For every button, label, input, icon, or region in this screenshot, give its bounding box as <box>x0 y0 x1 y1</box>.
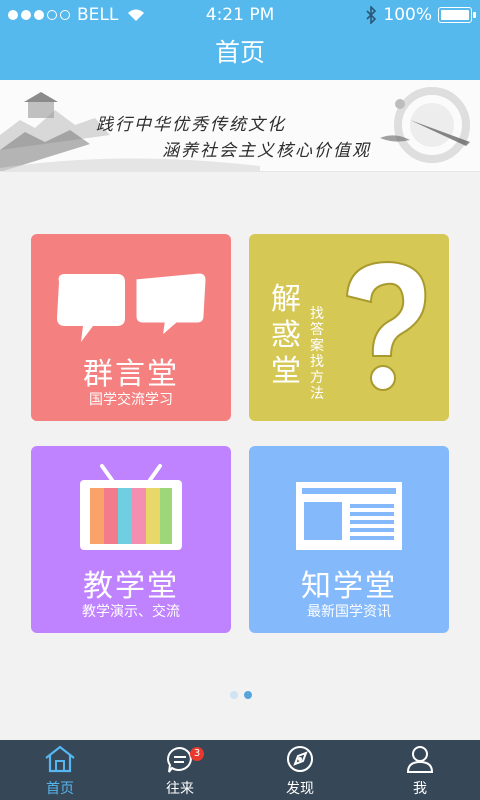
tab-wanglai[interactable]: 往来 <box>120 740 240 800</box>
chat-icon <box>167 746 192 773</box>
page-indicator <box>230 691 252 699</box>
banner-text-line2: 涵养社会主义核心价值观 <box>162 141 371 161</box>
tile-title: 群言堂 <box>83 357 179 392</box>
tile-title: 解惑堂 <box>271 282 301 389</box>
tile-jiehuotang[interactable]: 解惑堂 找答案找方法 <box>249 234 449 421</box>
tab-bar: 首页 往来 发现 我 <box>0 740 480 800</box>
battery-icon <box>438 7 476 23</box>
carrier-label: BELL <box>77 5 119 25</box>
home-icon <box>45 745 75 773</box>
page-dot <box>230 691 238 699</box>
page-dot-active <box>244 691 252 699</box>
bluetooth-icon <box>366 6 377 24</box>
speech-bubbles-icon <box>57 270 209 342</box>
notification-badge: 3 <box>190 747 204 761</box>
newspaper-icon <box>296 482 402 550</box>
tv-icon <box>80 464 182 550</box>
status-left: BELL <box>8 5 146 25</box>
wifi-icon <box>128 9 145 21</box>
tab-label: 首页 <box>46 781 74 797</box>
tab-label: 发现 <box>286 781 314 797</box>
question-mark-icon <box>345 260 427 391</box>
tile-subtitle: 最新国学资讯 <box>307 604 391 620</box>
tab-me[interactable]: 我 <box>360 740 480 800</box>
tile-jiaoxuetang[interactable]: 教学堂 教学演示、交流 <box>31 446 231 633</box>
battery-label: 100% <box>383 5 432 25</box>
status-right: 100% <box>365 5 476 25</box>
tile-subtitle: 找答案找方法 <box>310 306 324 402</box>
tile-subtitle: 教学演示、交流 <box>82 604 180 620</box>
tile-subtitle: 国学交流学习 <box>89 392 173 408</box>
tile-title: 知学堂 <box>301 569 397 604</box>
banner[interactable]: 践行中华优秀传统文化 涵养社会主义核心价值观 <box>0 80 480 172</box>
tab-home[interactable]: 首页 <box>0 740 120 800</box>
page-title: 首页 <box>0 30 480 80</box>
tab-label: 我 <box>413 781 427 797</box>
tile-title: 教学堂 <box>83 569 179 604</box>
tab-label: 往来 <box>166 781 194 797</box>
signal-icon <box>8 10 70 20</box>
tab-faxian[interactable]: 发现 <box>240 740 360 800</box>
compass-icon <box>287 746 313 772</box>
status-bar: BELL 4:21 PM 100% <box>0 0 480 30</box>
tile-zhixuetang[interactable]: 知学堂 最新国学资讯 <box>249 446 449 633</box>
profile-icon <box>406 746 434 773</box>
banner-text-line1: 践行中华优秀传统文化 <box>96 115 286 135</box>
tile-qunyantang[interactable]: 群言堂 国学交流学习 <box>31 234 231 421</box>
